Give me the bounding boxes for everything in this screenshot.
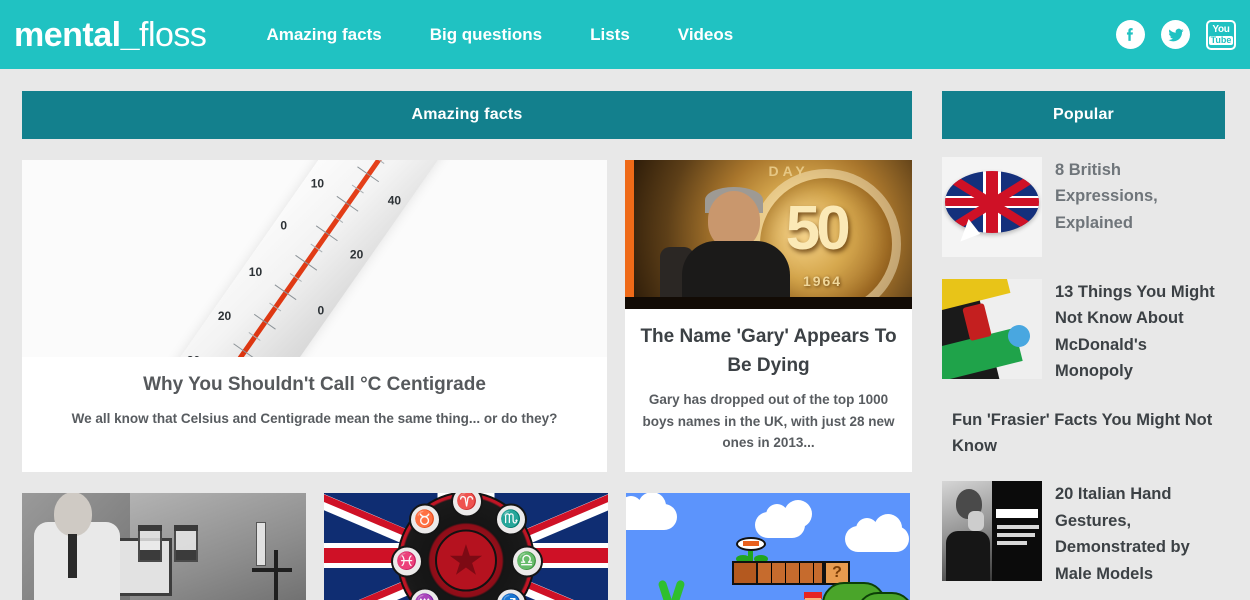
thermo-c-tick-m20: 20 — [217, 309, 232, 324]
zodiac-wheel-graphic: ♈ ♏ ♎ ♐ ♑ ♒ ♓ ♉ ★ — [391, 492, 543, 600]
main-section-header: Amazing facts — [22, 91, 912, 139]
nav-item-lists[interactable]: Lists — [566, 25, 654, 45]
logo-light-text: floss — [139, 15, 207, 54]
black-and-white-scientist-lab-photo — [22, 492, 306, 600]
article-card-zodiac[interactable]: ♈ ♏ ♎ ♐ ♑ ♒ ♓ ♉ ★ — [324, 492, 608, 600]
popular-list: 8 British Expressions, Explained 13 Thin… — [942, 157, 1225, 600]
youtube-icon-bottom-text: Tube — [1208, 34, 1234, 45]
thermo-f-tick-20: 20 — [349, 247, 363, 262]
list-item-title[interactable]: 8 British Expressions, Explained — [1055, 157, 1225, 236]
thermo-c-tick-0: 0 — [280, 218, 288, 233]
super-mario-bros-level-screenshot: ? — [626, 492, 910, 600]
sidebar: Popular 8 British Expressions, Explained… — [942, 91, 1225, 600]
mario-sprite — [802, 591, 824, 600]
social-links: You Tube — [1116, 19, 1236, 50]
logo-underscore: _ — [120, 15, 140, 54]
page-body: Amazing facts 10 0 10 20 40 20 0 Why You… — [0, 69, 1250, 600]
youtube-icon-top-text: You — [1212, 23, 1230, 35]
orange-edge-strip — [625, 160, 634, 309]
site-logo[interactable]: mental_floss — [14, 15, 207, 54]
article-card-mario[interactable]: ? — [626, 492, 910, 600]
piranha-plant-icon — [654, 578, 694, 600]
article-title[interactable]: Why You Shouldn't Call °C Centigrade — [44, 371, 585, 399]
article-excerpt: We all know that Celsius and Centigrade … — [71, 410, 558, 426]
pentagram-center: ★ — [435, 529, 497, 592]
site-header: mental_floss Amazing facts Big questions… — [0, 0, 1250, 69]
sidebar-section-header: Popular — [942, 91, 1225, 139]
mcdonalds-monopoly-board-thumb — [942, 279, 1042, 379]
list-item-title[interactable]: 13 Things You Might Not Know About McDon… — [1055, 279, 1225, 385]
card-body: Why You Shouldn't Call °C Centigrade We … — [22, 357, 607, 449]
thermo-f-tick-0: 0 — [317, 303, 325, 318]
list-item[interactable]: Fun 'Frasier' Facts You Might Not Know — [942, 407, 1225, 460]
fire-flower-icon — [736, 536, 766, 551]
list-item[interactable]: 20 Italian Hand Gestures, Demonstrated b… — [942, 481, 1225, 587]
logo-bold-text: mental — [14, 15, 121, 54]
youtube-icon[interactable]: You Tube — [1206, 19, 1236, 50]
thermometer-photo: 30 20 10 0 10 20 30 60 40 20 0 20 — [22, 160, 607, 357]
second-article-row: ♈ ♏ ♎ ♐ ♑ ♒ ♓ ♉ ★ — [22, 492, 912, 600]
list-item[interactable]: 13 Things You Might Not Know About McDon… — [942, 279, 1225, 385]
union-jack-speech-bubble-thumb — [942, 157, 1042, 257]
article-card-centigrade[interactable]: 30 20 10 0 10 20 30 60 40 20 0 20 — [22, 160, 607, 472]
nav-item-big-questions[interactable]: Big questions — [406, 25, 566, 45]
presenter-figure — [659, 187, 798, 309]
cloud-icon — [626, 492, 674, 527]
nav-item-amazing-facts[interactable]: Amazing facts — [242, 25, 405, 45]
cloud-icon — [758, 499, 812, 535]
gary-lineker-motd-photo: DAY 50 1964 — [625, 160, 912, 309]
article-card-lab[interactable] — [22, 492, 306, 600]
article-card-gary[interactable]: DAY 50 1964 The Name 'Gary' Appears To B… — [625, 160, 912, 472]
studio-desk — [625, 297, 912, 309]
thermo-c-tick-m10: 10 — [248, 264, 263, 279]
list-item[interactable]: 8 British Expressions, Explained — [942, 157, 1225, 257]
motd-day-text: DAY — [768, 162, 809, 179]
main-column: Amazing facts 10 0 10 20 40 20 0 Why You… — [22, 91, 912, 600]
main-navigation: Amazing facts Big questions Lists Videos — [242, 25, 757, 45]
italian-hand-gesture-thumb — [942, 481, 1042, 582]
card-body: The Name 'Gary' Appears To Be Dying Gary… — [625, 309, 912, 472]
list-item-title[interactable]: 20 Italian Hand Gestures, Demonstrated b… — [1055, 481, 1225, 587]
article-title[interactable]: The Name 'Gary' Appears To Be Dying — [639, 323, 898, 380]
article-excerpt: Gary has dropped out of the top 1000 boy… — [642, 392, 895, 451]
thermo-f-tick-40: 40 — [387, 193, 401, 208]
twitter-icon[interactable] — [1161, 20, 1190, 49]
thermo-f-tick-m20: 20 — [274, 356, 287, 357]
facebook-icon[interactable] — [1116, 20, 1145, 49]
motd-1964-text: 1964 — [802, 273, 843, 290]
thermo-c-tick-m30: 30 — [187, 353, 200, 357]
thermo-c-tick-10: 10 — [310, 176, 325, 191]
list-item-title[interactable]: Fun 'Frasier' Facts You Might Not Know — [942, 407, 1225, 460]
thermometer-body: 30 20 10 0 10 20 30 60 40 20 0 20 — [124, 160, 474, 357]
cloud-icon — [848, 513, 906, 549]
nav-item-videos[interactable]: Videos — [654, 25, 757, 45]
feature-row: 30 20 10 0 10 20 30 60 40 20 0 20 — [22, 160, 912, 472]
zodiac-wheel-union-jack-photo: ♈ ♏ ♎ ♐ ♑ ♒ ♓ ♉ ★ — [324, 492, 608, 600]
